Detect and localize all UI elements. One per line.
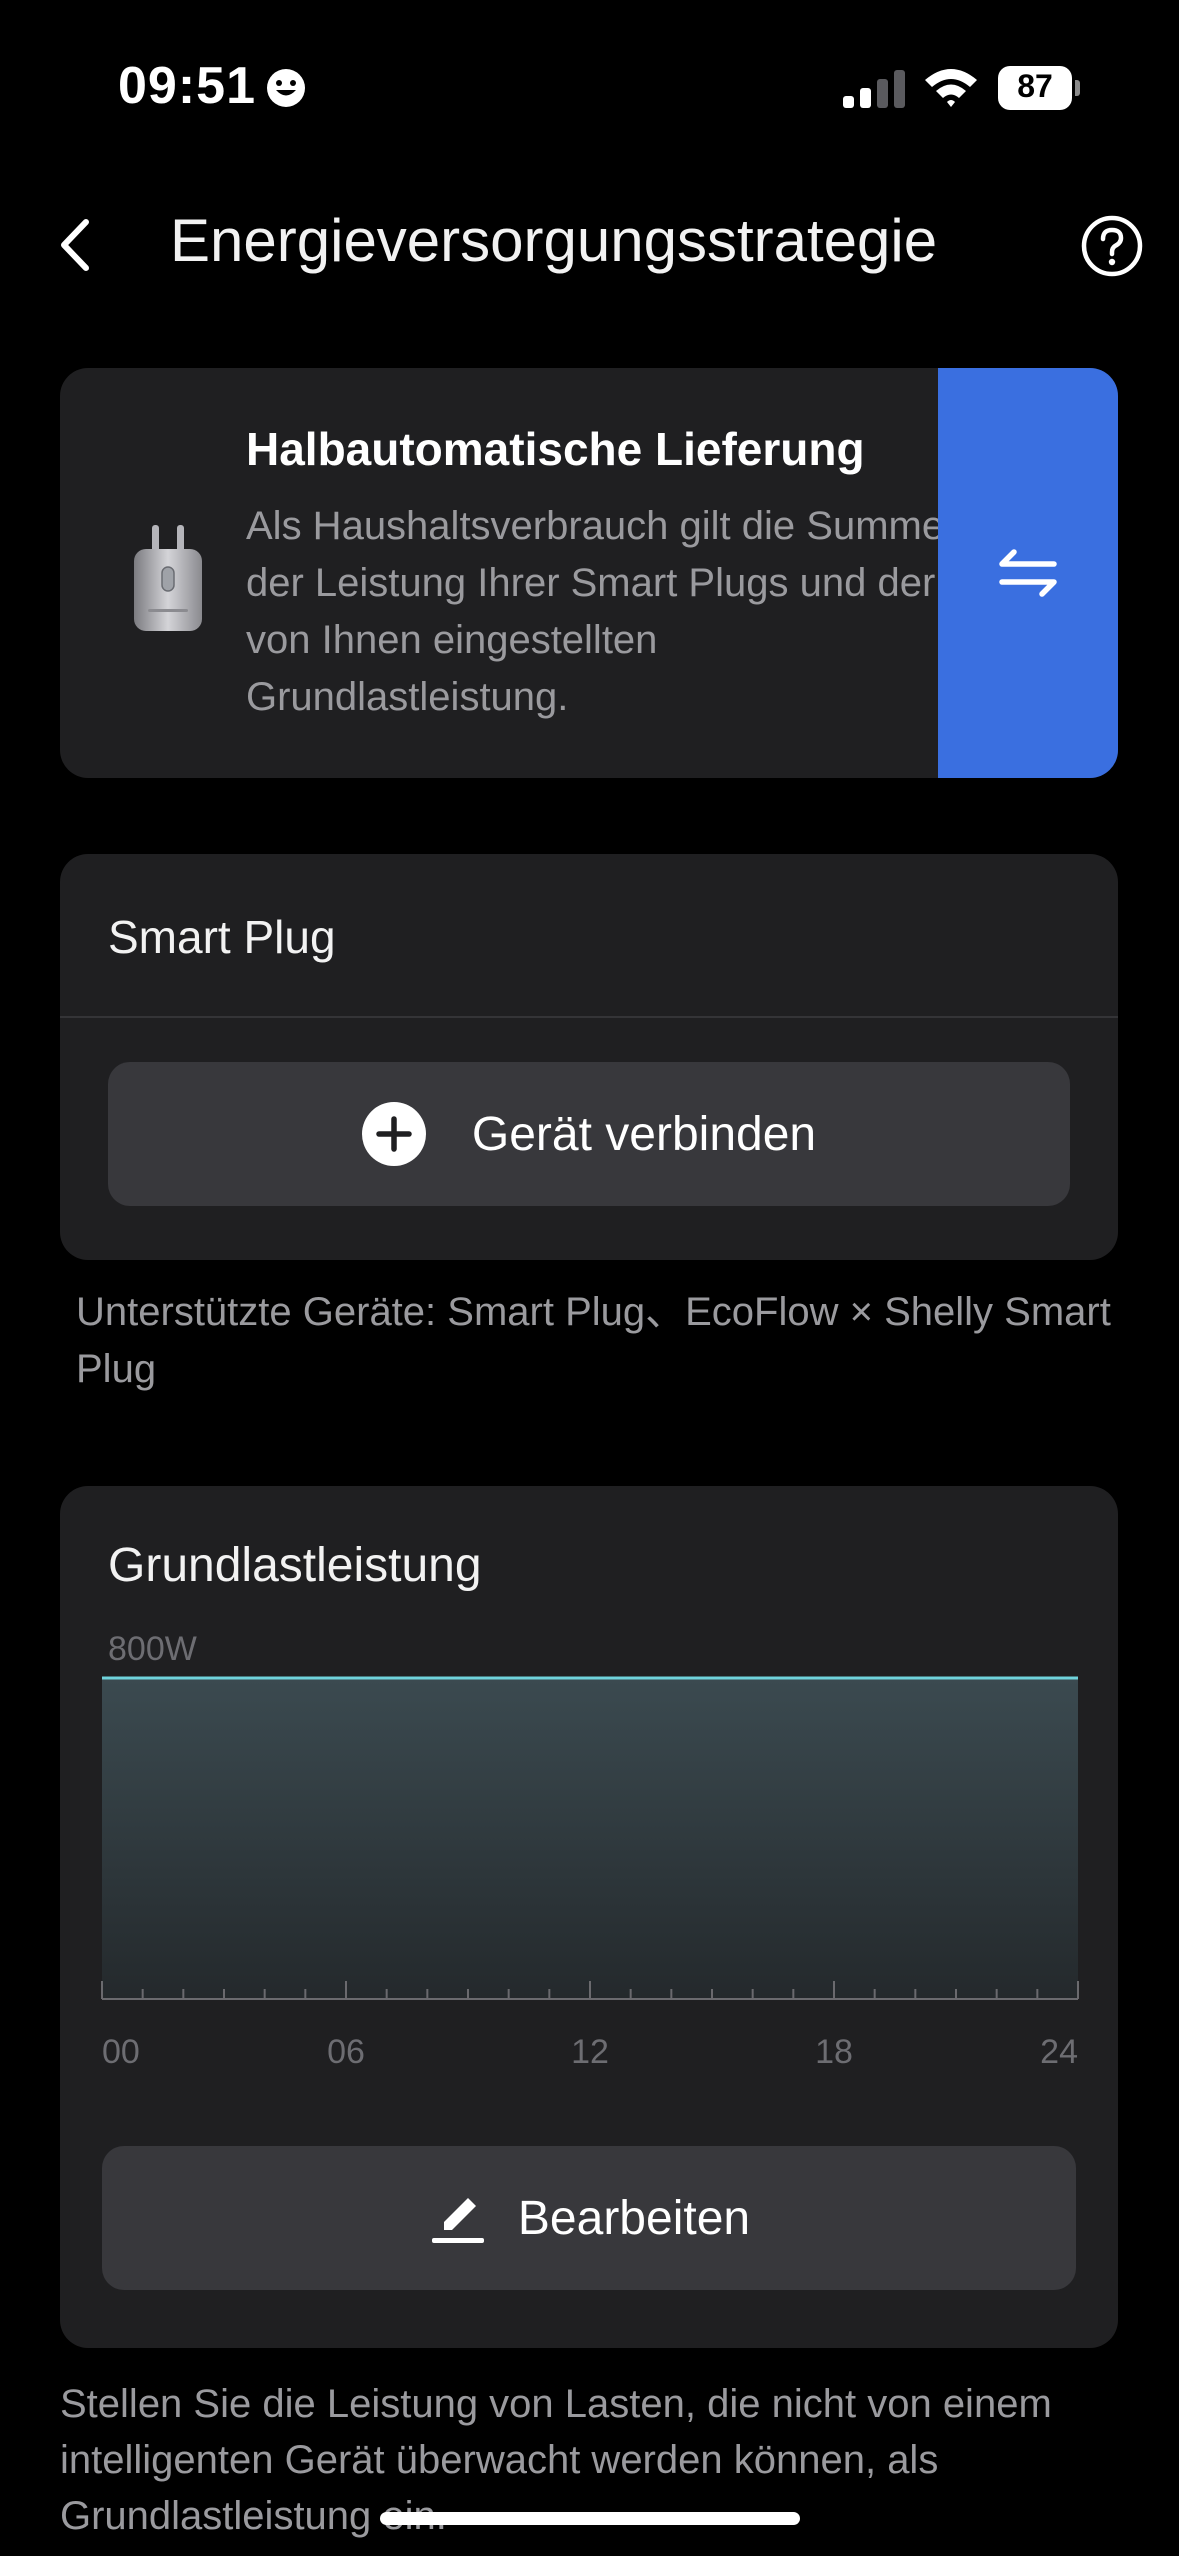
pencil-icon [431, 2198, 484, 2243]
edit-label: Bearbeiten [517, 2191, 751, 2245]
smiley-icon [267, 69, 305, 107]
smart-plug-card: Smart Plug Gerät verbinden [60, 854, 1118, 1260]
smart-plug-title: Smart Plug [108, 911, 336, 963]
strategy-description: Als Haushaltsverbrauch gilt die Summe de… [246, 504, 945, 719]
y-tick-label: 800W [108, 1636, 197, 1668]
base-load-chart: 800W 00 06 12 18 24 [101, 1636, 1079, 2071]
plus-circle-icon [361, 1102, 426, 1166]
strategy-title: Halbautomatische Lieferung [246, 423, 865, 475]
battery-icon: 87 [998, 66, 1080, 110]
x-tick-label: 06 [327, 2033, 365, 2071]
base-load-card: Grundlastleistung 800W 00 06 12 18 24 Bearbe… [60, 1486, 1118, 2348]
page-title: Energieversorgungsstrategie [170, 207, 938, 274]
status-time: 09:51 [118, 57, 256, 115]
wifi-icon [925, 69, 977, 107]
connect-device-button[interactable]: Gerät verbinden [108, 1062, 1070, 1206]
connect-device-label: Gerät verbinden [471, 1107, 817, 1161]
x-tick-label: 24 [1040, 2033, 1078, 2071]
smart-plug-icon [134, 525, 202, 631]
edit-button[interactable]: Bearbeiten [102, 2146, 1076, 2290]
x-tick-label: 12 [571, 2033, 609, 2071]
x-tick-label: 18 [815, 2033, 853, 2071]
divider [60, 1016, 1118, 1018]
x-axis-tick-labels: 00 06 12 18 24 [102, 2033, 1078, 2071]
supported-devices-text: Unterstützte Geräte: Smart Plug、EcoFlow … [76, 1290, 1111, 1391]
chevron-left-icon[interactable] [48, 210, 104, 280]
base-load-title: Grundlastleistung [108, 1539, 482, 1592]
help-icon[interactable] [1080, 214, 1144, 278]
home-indicator[interactable] [380, 2512, 800, 2525]
signal-icon [843, 70, 905, 108]
base-load-area [102, 1678, 1078, 1999]
switch-strategy-button[interactable] [938, 368, 1118, 778]
x-tick-label: 00 [102, 2033, 140, 2071]
switch-arrows-icon [999, 549, 1057, 597]
battery-level: 87 [1017, 68, 1053, 104]
status-bar: 09:51 87 [0, 0, 1179, 175]
strategy-card: Halbautomatische Lieferung Als Haushalts… [60, 368, 1118, 778]
